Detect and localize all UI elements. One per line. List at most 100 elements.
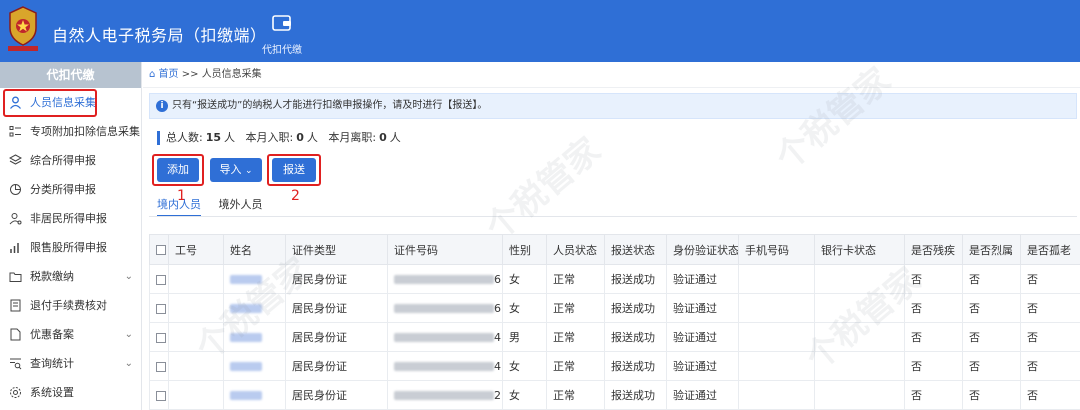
cell-elderly: 否 bbox=[1020, 293, 1080, 323]
column-header[interactable]: 证件类型 bbox=[285, 234, 388, 265]
cell-employee-no bbox=[168, 293, 224, 323]
cell-name bbox=[223, 351, 286, 381]
id-tail: 4 bbox=[494, 330, 501, 344]
row-checkbox[interactable] bbox=[149, 380, 169, 410]
cell-employee-no bbox=[168, 264, 224, 294]
sidebar-item-label: 查询统计 bbox=[30, 357, 74, 370]
cell-status: 正常 bbox=[546, 351, 605, 381]
redacted-id bbox=[394, 333, 494, 342]
info-icon: i bbox=[156, 100, 168, 112]
column-header[interactable]: 身份验证状态 bbox=[666, 234, 739, 265]
cell-disabled: 否 bbox=[904, 264, 963, 294]
id-tail: 6 bbox=[494, 272, 501, 286]
breadcrumb: ⌂ 首页 >> 人员信息采集 bbox=[143, 62, 1080, 88]
select-all-checkbox[interactable] bbox=[149, 234, 169, 265]
stat-left-unit: 人 bbox=[389, 131, 401, 144]
column-header[interactable]: 银行卡状态 bbox=[814, 234, 905, 265]
add-button[interactable]: 添加 bbox=[157, 158, 199, 182]
sidebar-item-label: 分类所得申报 bbox=[30, 183, 96, 196]
column-header[interactable]: 性别 bbox=[502, 234, 547, 265]
column-header[interactable]: 手机号码 bbox=[738, 234, 815, 265]
cell-gender: 女 bbox=[502, 351, 547, 381]
main-content: ⌂ 首页 >> 人员信息采集 i 只有“报送成功”的纳税人才能进行扣缴申报操作，… bbox=[143, 60, 1080, 410]
submit-button[interactable]: 报送 bbox=[272, 158, 316, 182]
app-title: 自然人电子税务局（扣缴端） bbox=[52, 26, 267, 45]
breadcrumb-current: 人员信息采集 bbox=[201, 69, 262, 80]
breadcrumb-separator: >> bbox=[181, 69, 199, 80]
cell-bank-card-status bbox=[814, 380, 905, 410]
tab-domestic[interactable]: 境内人员 bbox=[157, 196, 201, 217]
table-header-row: 工号 姓名 证件类型 证件号码 性别 人员状态 报送状态 身份验证状态 手机号码… bbox=[149, 234, 1080, 265]
sidebar-item-personnel-info[interactable]: 人员信息采集 bbox=[0, 88, 141, 117]
sidebar-item-comprehensive-income[interactable]: 综合所得申报 bbox=[0, 146, 141, 175]
doc-icon bbox=[10, 328, 21, 341]
cell-verify-status: 验证通过 bbox=[666, 322, 739, 352]
cell-verify-status: 验证通过 bbox=[666, 380, 739, 410]
redacted-name bbox=[230, 391, 262, 400]
sidebar-item-restricted-shares[interactable]: 限售股所得申报 bbox=[0, 233, 141, 262]
cell-martyr: 否 bbox=[962, 351, 1021, 381]
sidebar-item-label: 限售股所得申报 bbox=[30, 241, 107, 254]
column-header[interactable]: 姓名 bbox=[223, 234, 286, 265]
sidebar-item-label: 非居民所得申报 bbox=[30, 212, 107, 225]
column-header[interactable]: 证件号码 bbox=[387, 234, 503, 265]
cell-bank-card-status bbox=[814, 351, 905, 381]
table-row[interactable]: 居民身份证 2 女正常 报送成功 验证通过否否否 bbox=[149, 380, 1080, 410]
cell-verify-status: 验证通过 bbox=[666, 264, 739, 294]
cell-phone bbox=[738, 351, 815, 381]
cell-employee-no bbox=[168, 322, 224, 352]
person-icon bbox=[10, 96, 21, 109]
notice-text: 只有“报送成功”的纳税人才能进行扣缴申报操作，请及时进行【报送】。 bbox=[172, 100, 488, 111]
top-nav-withholding[interactable]: 代扣代缴 bbox=[254, 14, 310, 56]
cell-phone bbox=[738, 322, 815, 352]
wallet-icon bbox=[272, 15, 291, 31]
column-header[interactable]: 是否残疾 bbox=[904, 234, 963, 265]
column-header[interactable]: 报送状态 bbox=[604, 234, 667, 265]
cell-submit-status: 报送成功 bbox=[604, 380, 667, 410]
sidebar-item-special-deduction[interactable]: 专项附加扣除信息采集 bbox=[0, 117, 141, 146]
cell-phone bbox=[738, 380, 815, 410]
layers-icon bbox=[9, 154, 22, 165]
cell-submit-status: 报送成功 bbox=[604, 264, 667, 294]
table-row[interactable]: 居民身份证 4 男正常 报送成功 验证通过否否否 bbox=[149, 322, 1080, 352]
sidebar-item-refund-fee-check[interactable]: 退付手续费核对 bbox=[0, 291, 141, 320]
column-header[interactable]: 工号 bbox=[168, 234, 224, 265]
redacted-id bbox=[394, 275, 494, 284]
cell-elderly: 否 bbox=[1020, 380, 1080, 410]
table-row[interactable]: 居民身份证 6 女正常 报送成功 验证通过否否否 bbox=[149, 264, 1080, 294]
import-button[interactable]: 导入 ⌄ bbox=[210, 158, 262, 182]
sidebar: 代扣代缴 人员信息采集 专项附加扣除信息采集 综合所得申报 分类所得申报 非居民… bbox=[0, 62, 142, 410]
tax-emblem-logo bbox=[8, 6, 38, 51]
id-tail: 6 bbox=[494, 301, 501, 315]
row-checkbox[interactable] bbox=[149, 322, 169, 352]
sidebar-item-preferential-filing[interactable]: 优惠备案 ⌄ bbox=[0, 320, 141, 349]
stat-left-value: 0 bbox=[379, 131, 387, 144]
column-header[interactable]: 是否烈属 bbox=[962, 234, 1021, 265]
import-button-label: 导入 bbox=[219, 163, 242, 176]
sidebar-item-nonresident-income[interactable]: 非居民所得申报 bbox=[0, 204, 141, 233]
sidebar-item-query-statistics[interactable]: 查询统计 ⌄ bbox=[0, 349, 141, 378]
table-row[interactable]: 居民身份证 6 女正常 报送成功 验证通过否否否 bbox=[149, 293, 1080, 323]
folder-icon bbox=[9, 272, 22, 282]
tab-overseas[interactable]: 境外人员 bbox=[219, 196, 263, 215]
table-row[interactable]: 居民身份证 4 女正常 报送成功 验证通过否否否 bbox=[149, 351, 1080, 381]
column-header[interactable]: 人员状态 bbox=[546, 234, 605, 265]
chevron-down-icon: ⌄ bbox=[124, 329, 133, 340]
sidebar-section-title: 代扣代缴 bbox=[0, 62, 141, 88]
cell-gender: 女 bbox=[502, 380, 547, 410]
sidebar-item-label: 优惠备案 bbox=[30, 328, 74, 341]
sidebar-item-system-settings[interactable]: 系统设置 bbox=[0, 378, 141, 407]
row-checkbox[interactable] bbox=[149, 293, 169, 323]
cell-name bbox=[223, 322, 286, 352]
sidebar-item-classified-income[interactable]: 分类所得申报 bbox=[0, 175, 141, 204]
row-checkbox[interactable] bbox=[149, 351, 169, 381]
row-checkbox[interactable] bbox=[149, 264, 169, 294]
personnel-stats: 总人数: 15 人 本月入职: 0 人 本月离职: 0 人 bbox=[157, 131, 401, 145]
cell-submit-status: 报送成功 bbox=[604, 322, 667, 352]
column-header[interactable]: 是否孤老 bbox=[1020, 234, 1080, 265]
stat-hired-label: 本月入职: bbox=[245, 131, 294, 144]
breadcrumb-home[interactable]: 首页 bbox=[159, 69, 179, 80]
sidebar-item-tax-payment[interactable]: 税款缴纳 ⌄ bbox=[0, 262, 141, 291]
stat-hired-value: 0 bbox=[296, 131, 304, 144]
personnel-tabs: 境内人员 境外人员 bbox=[157, 196, 277, 217]
